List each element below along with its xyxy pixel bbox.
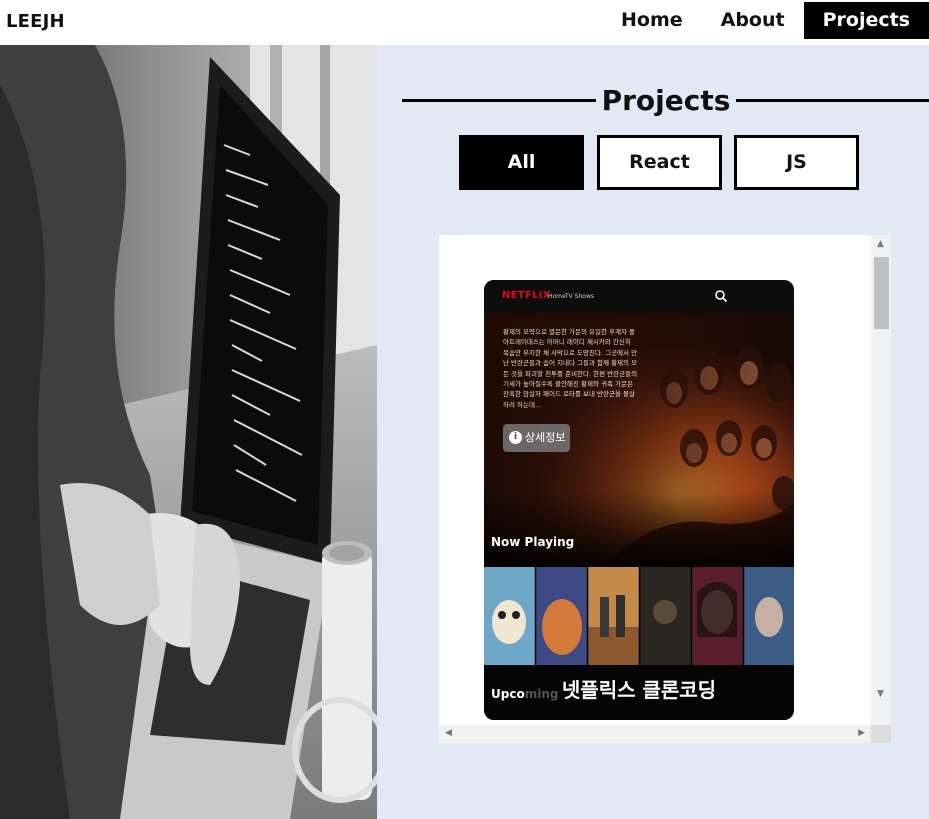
scroll-right-arrow-icon[interactable]: ▶ [858, 728, 865, 738]
project-caption: Upcoming 넷플릭스 클론코딩 [484, 665, 794, 720]
horizontal-scrollbar[interactable]: ◀ ▶ [439, 725, 871, 743]
project-list-container[interactable]: NETFLIX Home TV Shows 황제의 모략으로 멸문한 가문의 유… [439, 235, 891, 743]
filter-react-button[interactable]: React [597, 135, 722, 190]
search-icon [715, 290, 728, 303]
preview-navbar: NETFLIX Home TV Shows [484, 280, 794, 313]
preview-overview-text: 황제의 모략으로 멸문한 가문의 유일한 후계자 폴 아트레이데스는 어머니 레… [503, 328, 638, 409]
detail-info-button[interactable]: i 상세정보 [503, 424, 570, 452]
filter-all-button[interactable]: All [459, 135, 584, 190]
hero-image-laptop [0, 45, 377, 819]
header-divider-left [402, 99, 596, 102]
project-title: 넷플릭스 클론코딩 [561, 678, 717, 702]
nav-about-link[interactable]: About [702, 2, 804, 39]
scroll-up-arrow-icon[interactable]: ▲ [877, 239, 884, 249]
nav-projects-link[interactable]: Projects [803, 2, 929, 39]
preview-nav-home: Home [548, 293, 566, 300]
now-playing-heading: Now Playing [491, 535, 575, 549]
netflix-logo: NETFLIX [502, 290, 551, 301]
scrollbar-corner [871, 725, 891, 743]
site-logo[interactable]: LEEJH [6, 11, 65, 32]
scroll-down-arrow-icon[interactable]: ▼ [877, 689, 884, 699]
vertical-scroll-thumb[interactable] [874, 257, 889, 329]
nav-links: Home About Projects [602, 2, 929, 39]
vertical-scrollbar[interactable]: ▲ ▼ [871, 235, 891, 725]
header-divider-right [736, 99, 929, 102]
section-title: Projects [601, 84, 731, 117]
info-icon: i [509, 431, 522, 444]
detail-info-label: 상세정보 [525, 431, 566, 444]
filter-js-button[interactable]: JS [734, 135, 859, 190]
projects-section-header: Projects [402, 84, 929, 120]
project-card-netflix[interactable]: NETFLIX Home TV Shows 황제의 모략으로 멸문한 가문의 유… [484, 280, 794, 720]
preview-nav-tv: TV Shows [565, 293, 594, 300]
nav-home-link[interactable]: Home [602, 2, 702, 39]
top-navbar: LEEJH Home About Projects [0, 0, 929, 45]
now-playing-posters [484, 567, 794, 665]
scroll-left-arrow-icon[interactable]: ◀ [445, 728, 452, 738]
